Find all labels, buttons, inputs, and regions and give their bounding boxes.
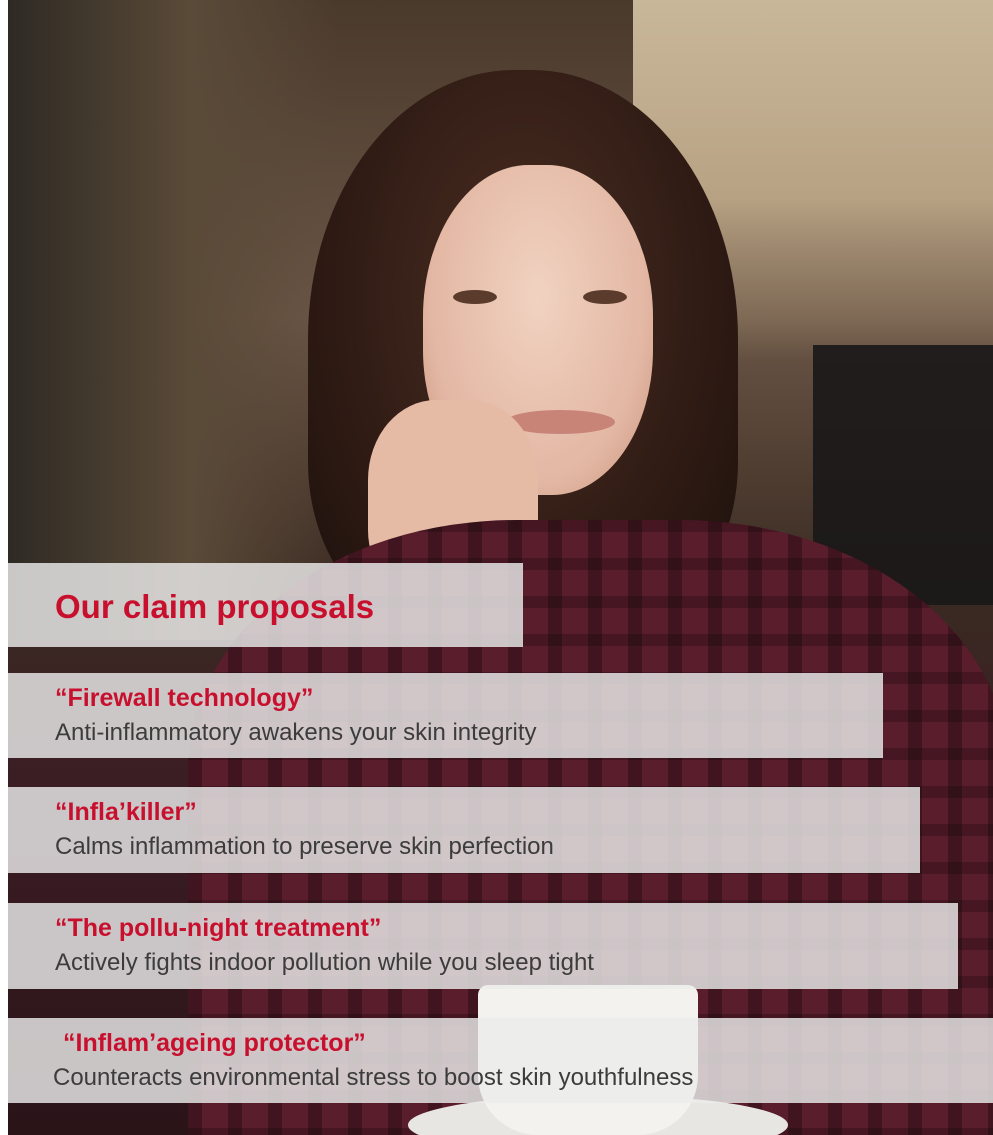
cafe-background-left xyxy=(8,0,338,640)
slide: Our claim proposals “Firewall technology… xyxy=(0,0,993,1135)
claim-name: “Inflam’ageing protector” xyxy=(63,1029,366,1057)
left-eye xyxy=(453,290,497,304)
claim-name: “The pollu-night treatment” xyxy=(55,914,382,942)
claim-name: “Firewall technology” xyxy=(55,684,314,712)
claim-card-4: “Inflam’ageing protector” Counteracts en… xyxy=(8,1018,993,1103)
claim-description: Calms inflammation to preserve skin perf… xyxy=(55,833,554,860)
claim-description: Anti-inflammatory awakens your skin inte… xyxy=(55,719,537,746)
claim-card-3: “The pollu-night treatment” Actively fig… xyxy=(8,903,958,989)
page-title: Our claim proposals xyxy=(55,588,375,625)
claim-card-2: “Infla’killer” Calms inflammation to pre… xyxy=(8,787,920,873)
claim-description: Counteracts environmental stress to boos… xyxy=(53,1064,694,1091)
right-eye xyxy=(583,290,627,304)
claim-description: Actively fights indoor pollution while y… xyxy=(55,949,594,976)
claim-name: “Infla’killer” xyxy=(55,798,197,826)
claim-card-1: “Firewall technology” Anti-inflammatory … xyxy=(8,673,883,758)
